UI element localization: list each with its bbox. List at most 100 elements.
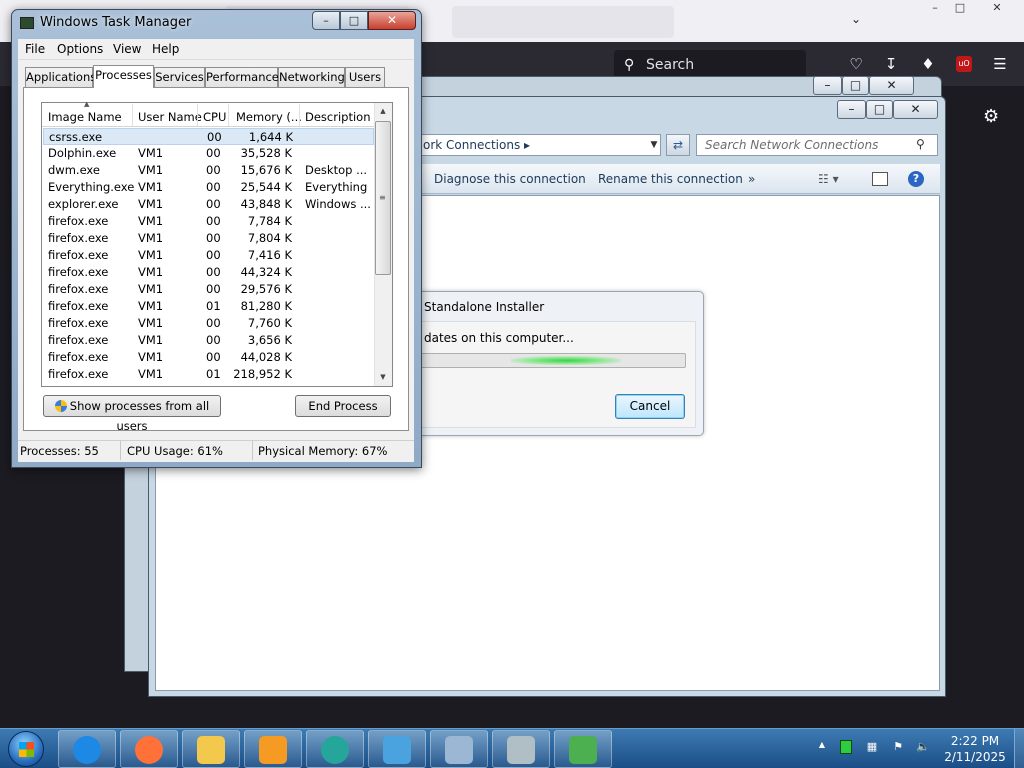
firefox-tab[interactable] [452,6,674,38]
tab-applications[interactable]: Applications [25,67,96,87]
cell-image-name: firefox.exe [48,248,109,262]
menu-file[interactable]: File [25,42,45,56]
table-row[interactable]: firefox.exe VM1 00 44,028 K [43,349,374,366]
maximize-icon[interactable]: □ [340,11,368,30]
taskbar-button[interactable] [368,730,426,768]
taskbar-button[interactable] [554,730,612,768]
show-desktop-button[interactable] [1014,729,1024,768]
taskbar-button[interactable] [306,730,364,768]
minimize-icon[interactable]: – [813,76,842,95]
tab-networking[interactable]: Networking [278,67,345,87]
column-divider[interactable] [197,104,198,126]
cell-description: Desktop ... [305,163,368,177]
maximize-icon[interactable]: □ [866,100,893,119]
table-row[interactable]: firefox.exe VM1 00 7,784 K [43,213,374,230]
pocket-icon[interactable]: ♡ [846,54,866,74]
cell-cpu: 00 [206,197,221,211]
taskbar-button[interactable] [244,730,302,768]
table-row[interactable]: firefox.exe VM1 00 3,656 K [43,332,374,349]
column-user-name[interactable]: User Name [138,110,202,124]
status-divider [120,441,121,460]
taskbar-button[interactable] [58,730,116,768]
rename-connection-button[interactable]: Rename this connection [598,172,743,186]
cancel-button[interactable]: Cancel [615,394,685,419]
end-process-button[interactable]: End Process [295,395,391,417]
table-row[interactable]: firefox.exe VM1 00 7,416 K [43,247,374,264]
column-divider[interactable] [132,104,133,126]
close-icon[interactable]: ✕ [982,0,1012,16]
column-memory[interactable]: Memory (... [236,110,302,124]
diagnose-connection-button[interactable]: Diagnose this connection [434,172,586,186]
table-row[interactable]: dwm.exe VM1 00 15,676 K Desktop ... [43,162,374,179]
cell-cpu: 00 [206,146,221,160]
column-description[interactable]: Description [305,110,371,124]
volume-muted-icon[interactable]: 🔈 [916,740,930,754]
tab-services[interactable]: Services [154,67,205,87]
start-button[interactable] [8,731,44,767]
cell-user-name: VM1 [138,214,164,228]
column-image-name[interactable]: Image Name [48,110,122,124]
menu-icon[interactable]: ☰ [990,54,1010,74]
cell-cpu: 00 [206,350,221,364]
taskbar-button[interactable] [182,730,240,768]
taskbar-button[interactable] [120,730,178,768]
breadcrumb-arrow-icon[interactable]: ▸ [524,138,530,152]
minimize-icon[interactable]: – [312,11,340,30]
address-bar[interactable]: ork Connections ▸ [420,134,661,156]
minimize-icon[interactable]: – [837,100,866,119]
maximize-icon[interactable]: □ [842,76,869,95]
table-row[interactable]: firefox.exe VM1 00 7,760 K [43,315,374,332]
maximize-icon[interactable]: □ [945,0,975,16]
scroll-up-icon[interactable]: ▲ [374,103,392,119]
cell-image-name: firefox.exe [48,265,109,279]
show-all-processes-button[interactable]: Show processes from all users [43,395,221,433]
tab-processes[interactable]: Processes [93,65,154,88]
network-icon[interactable]: ▦ [866,740,878,754]
tab-users[interactable]: Users [345,67,385,87]
search-icon[interactable]: ⚲ [916,137,925,151]
search-input[interactable]: Search Network Connections [696,134,938,156]
close-icon[interactable]: ✕ [893,100,938,119]
table-row[interactable]: firefox.exe VM1 00 29,576 K [43,281,374,298]
table-row[interactable]: csrss.exe 00 1,644 K [43,128,374,145]
column-cpu[interactable]: CPU [203,110,226,124]
table-row[interactable]: Everything.exe VM1 00 25,544 K Everything [43,179,374,196]
list-all-tabs-icon[interactable]: ⌄ [851,12,861,26]
close-icon[interactable]: ✕ [869,76,914,95]
menu-view[interactable]: View [113,42,141,56]
change-view-icon[interactable]: ☷ ▾ [818,172,839,186]
close-icon[interactable]: ✕ [368,11,416,30]
cell-user-name: VM1 [138,333,164,347]
taskbar-button[interactable] [430,730,488,768]
table-row[interactable]: explorer.exe VM1 00 43,848 K Windows ... [43,196,374,213]
scroll-down-icon[interactable]: ▼ [374,369,392,385]
address-text: ork Connections [423,138,521,152]
cell-cpu: 00 [206,180,221,194]
clock[interactable]: 2:22 PM 2/11/2025 [940,733,1010,765]
refresh-icon[interactable]: ⇄ [666,134,690,156]
show-hidden-icons[interactable]: ▲ [816,740,828,754]
table-row[interactable]: Dolphin.exe VM1 00 35,528 K [43,145,374,162]
download-icon[interactable]: ↧ [881,54,901,74]
ublock-icon[interactable]: uO [956,56,972,72]
table-row[interactable]: firefox.exe VM1 00 7,804 K [43,230,374,247]
column-divider[interactable] [299,104,300,126]
chevron-down-icon[interactable]: ▼ [646,134,662,156]
gear-icon[interactable]: ⚙ [983,106,999,127]
extensions-icon[interactable]: ♦ [918,54,938,74]
table-row[interactable]: firefox.exe VM1 01 81,280 K [43,298,374,315]
taskbar-button[interactable] [492,730,550,768]
more-commands-button[interactable]: » [748,172,755,186]
cell-cpu: 00 [206,248,221,262]
help-icon[interactable]: ? [908,171,924,187]
tab-performance[interactable]: Performance [205,67,279,87]
table-row[interactable]: firefox.exe VM1 01 218,952 K [43,366,374,383]
menu-help[interactable]: Help [152,42,179,56]
cell-user-name: VM1 [138,231,164,245]
preview-pane-icon[interactable] [872,172,888,186]
battery-icon[interactable] [840,740,852,754]
table-row[interactable]: firefox.exe VM1 00 44,324 K [43,264,374,281]
action-center-flag-icon[interactable]: ⚑ [892,740,904,754]
column-divider[interactable] [228,104,229,126]
menu-options[interactable]: Options [57,42,103,56]
